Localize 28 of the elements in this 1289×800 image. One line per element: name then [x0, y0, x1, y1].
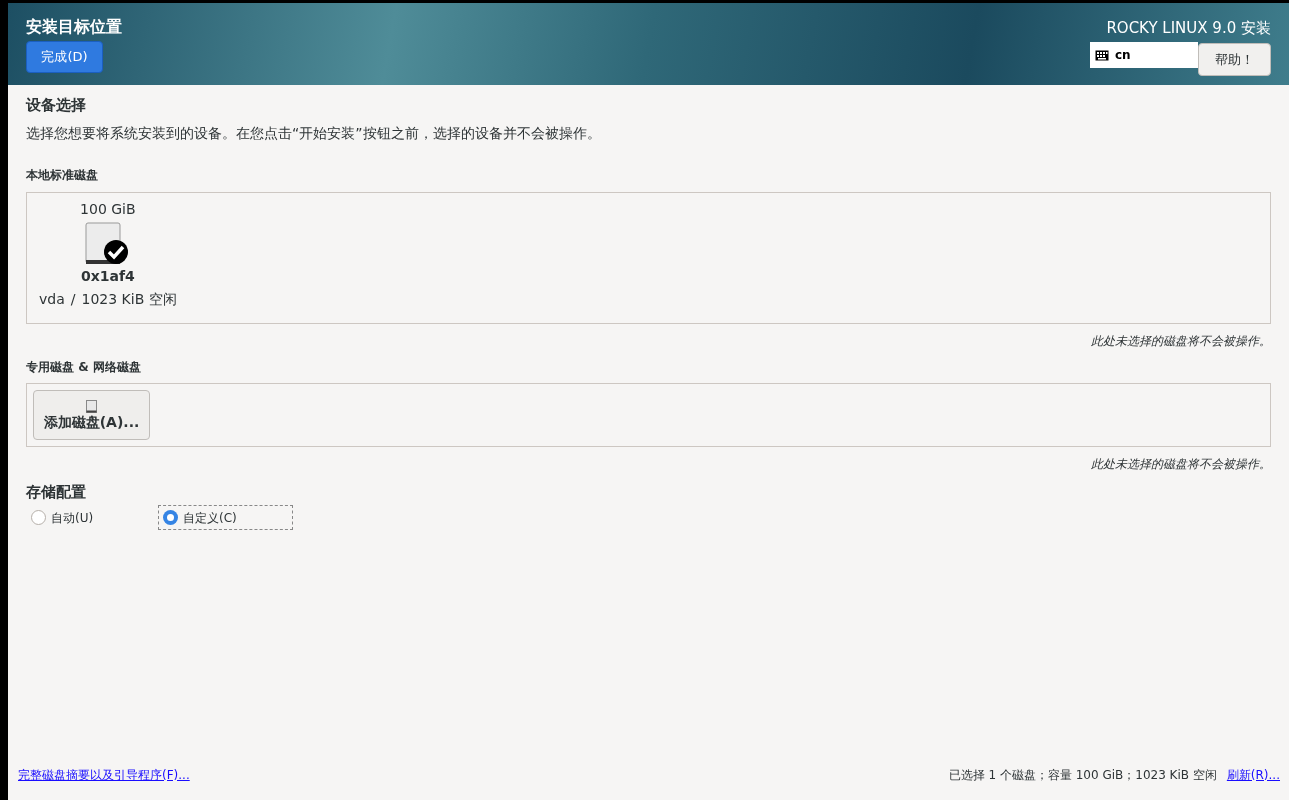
note-text: 此处未选择的磁盘将不会被操作。 [1091, 456, 1271, 472]
checkmark-icon [102, 239, 129, 265]
radio-button[interactable] [163, 510, 178, 525]
section-heading: 本地标准磁盘 [26, 167, 99, 183]
note-text: 此处未选择的磁盘将不会被操作。 [1091, 333, 1271, 349]
done-button[interactable]: 完成(D) [26, 41, 103, 73]
section-heading: 专用磁盘 & 网络磁盘 [26, 359, 142, 375]
radio-option[interactable]: 自动(U) [26, 505, 158, 530]
add-disk-button[interactable]: 添加磁盘(A)... [33, 390, 150, 440]
disk-tile[interactable]: 100 GiB 0x1af4 vda / 1023 KiB 空闲 [35, 199, 181, 323]
selection-status: 已选择 1 个磁盘；容量 100 GiB；1023 KiB 空闲 [948, 767, 1217, 784]
product-title: ROCKY LINUX 9.0 安装 [1106, 18, 1271, 38]
disk-name: 0x1af4 [80, 267, 135, 285]
refresh-link[interactable]: 刷新(R)... [1226, 766, 1280, 784]
radio-option[interactable]: 自定义(C) [158, 505, 293, 530]
keyboard-layout-field[interactable]: cn [1090, 42, 1198, 68]
separator-text: / [70, 290, 76, 309]
disk-device: vda [39, 290, 65, 309]
keyboard-icon [1095, 49, 1109, 61]
description-text: 选择您想要将系统安装到的设备。在您点击“开始安装”按钮之前，选择的设备并不会被操作。 [26, 124, 602, 143]
help-button[interactable]: 帮助！ [1198, 43, 1271, 76]
section-heading: 存储配置 [26, 482, 87, 502]
radio-button[interactable] [31, 510, 46, 525]
section-heading: 设备选择 [26, 95, 87, 115]
disk-summary-link[interactable]: 完整磁盘摘要以及引导程序(F)... [18, 766, 190, 784]
disk-size: 100 GiB [80, 200, 136, 219]
window-title: 安装目标位置 [26, 17, 122, 37]
disk-free-space: 1023 KiB 空闲 [81, 290, 177, 309]
